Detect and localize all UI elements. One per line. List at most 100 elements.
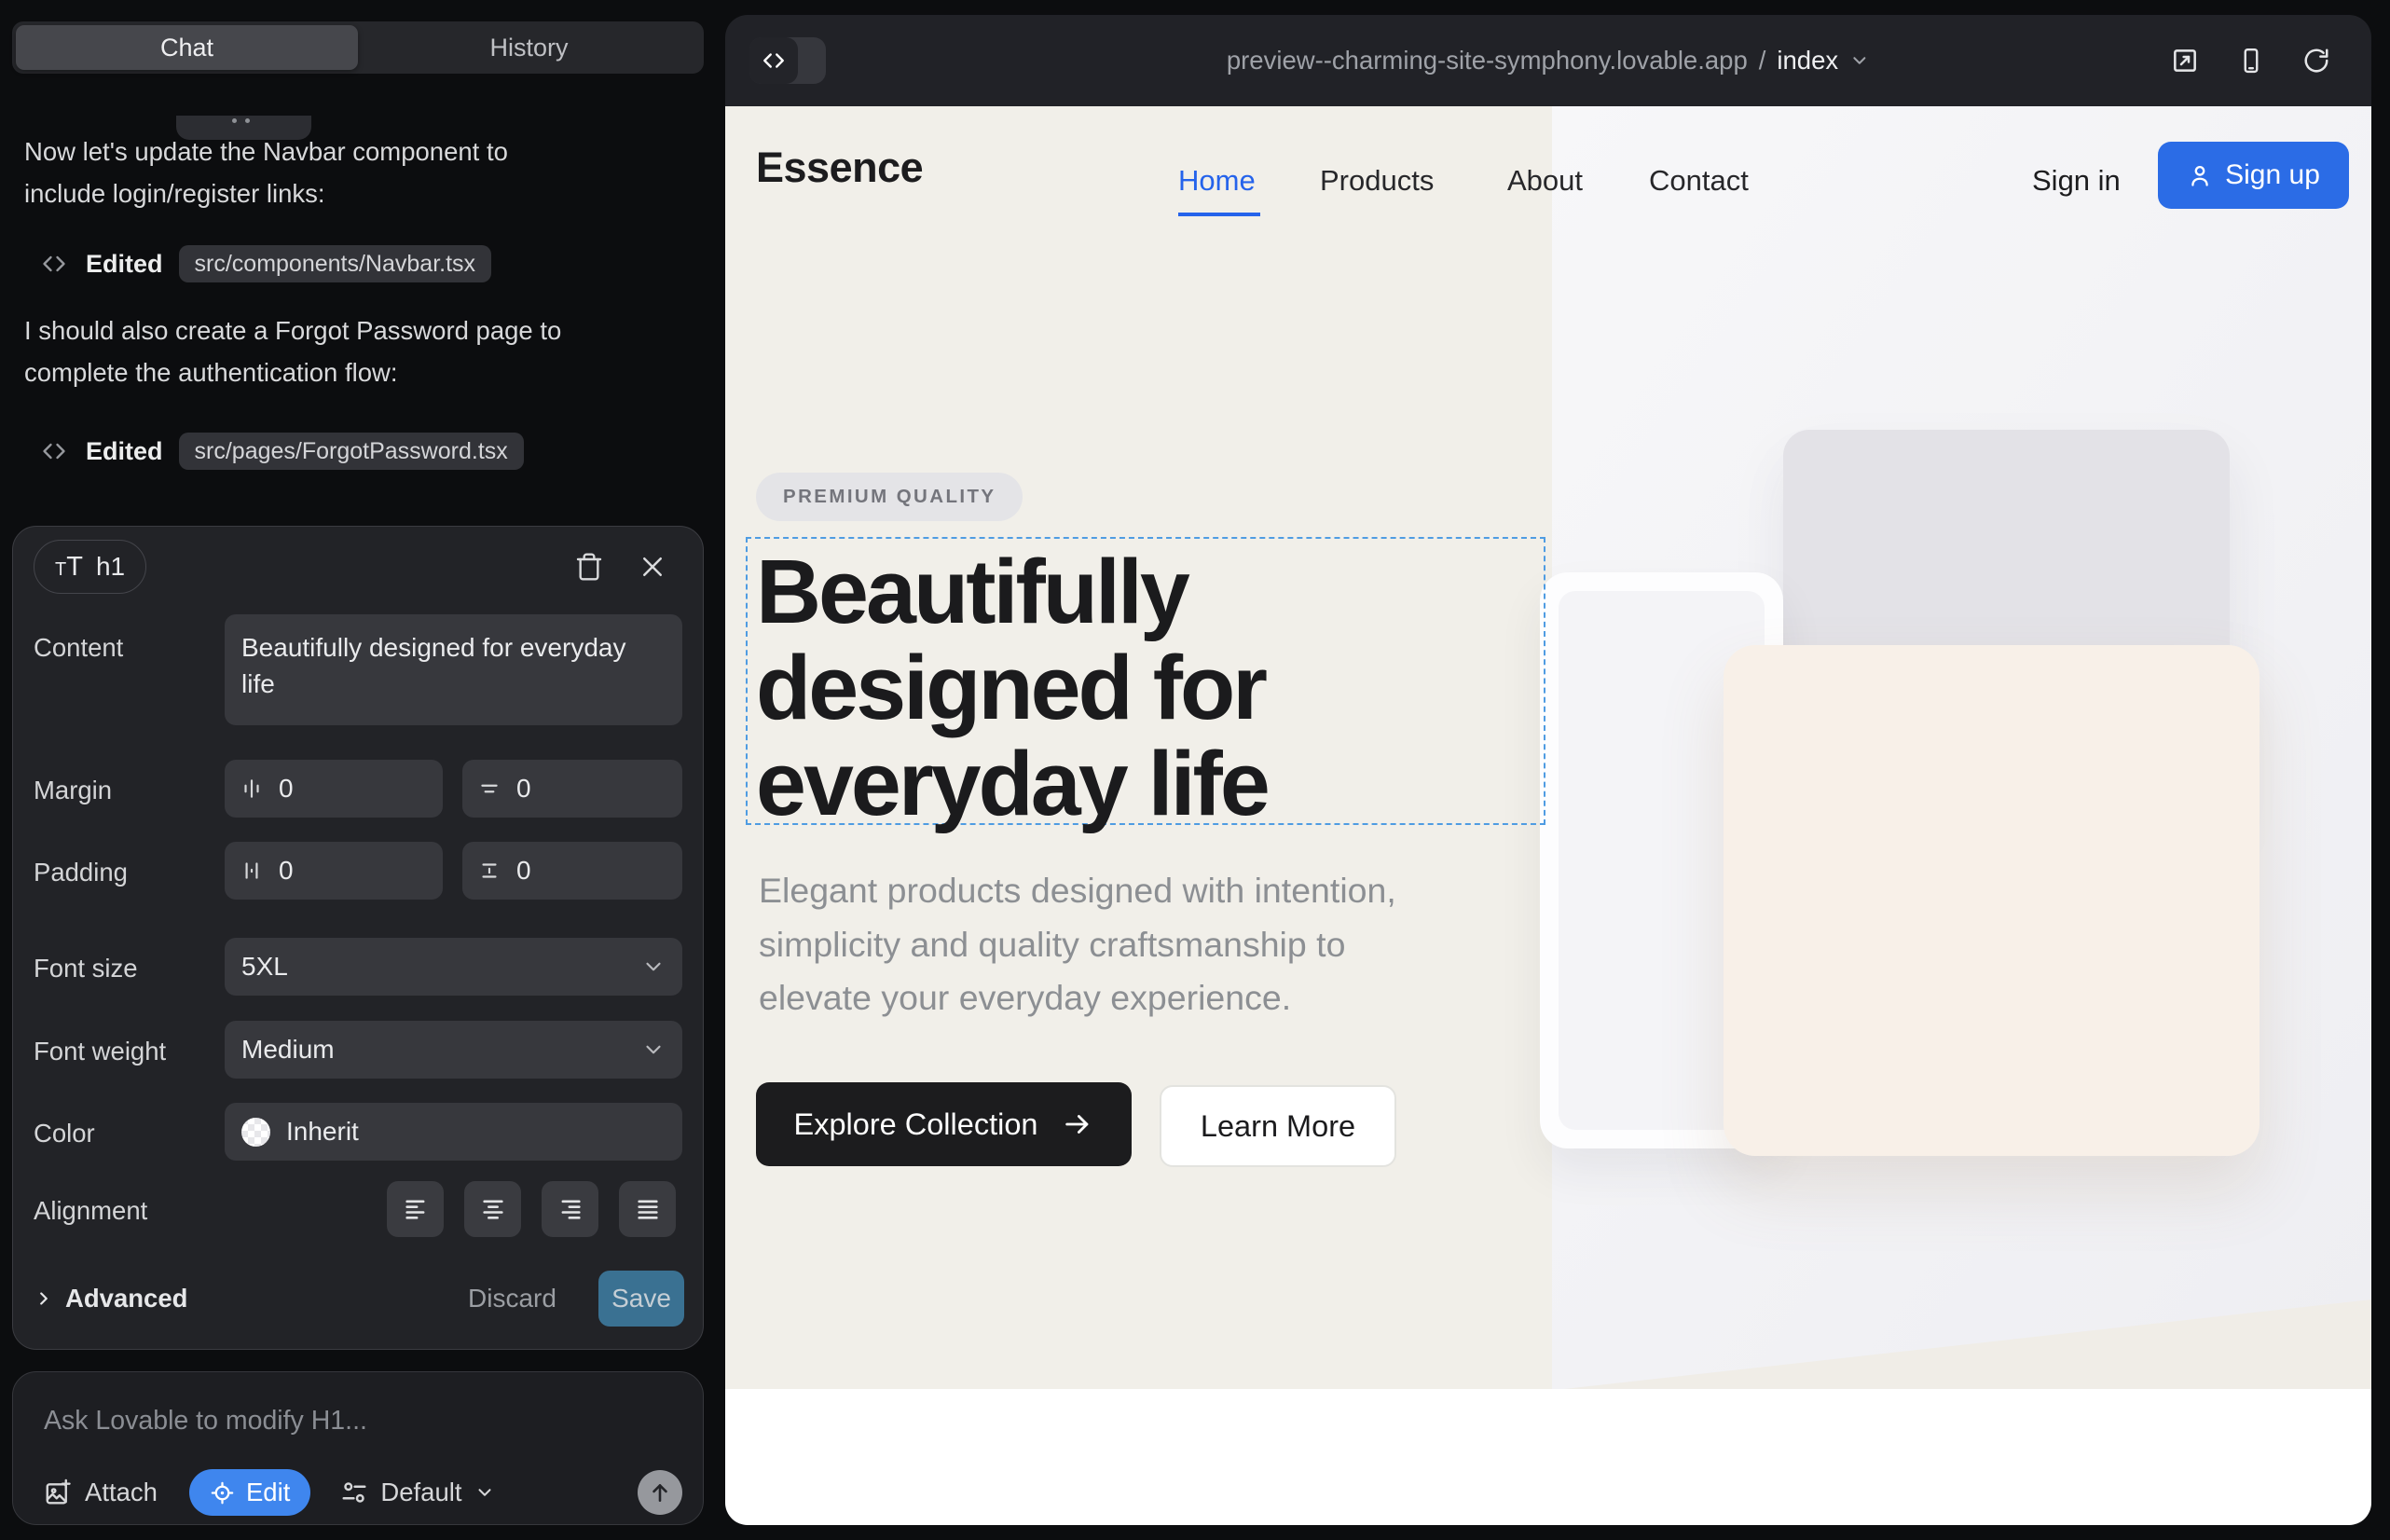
- font-size-value: 5XL: [241, 952, 288, 982]
- edit-mode-button[interactable]: Edit: [189, 1469, 310, 1516]
- edited-label: Edited: [86, 250, 163, 279]
- padding-x-input[interactable]: 0: [225, 842, 443, 900]
- align-left-icon: [403, 1196, 429, 1222]
- alignment-label: Alignment: [34, 1196, 147, 1226]
- padding-y-input[interactable]: 0: [462, 842, 682, 900]
- code-icon: [749, 37, 798, 84]
- align-center-icon: [480, 1196, 506, 1222]
- url-page: index: [1777, 46, 1838, 76]
- color-label: Color: [34, 1119, 95, 1148]
- align-justify-icon: [635, 1196, 661, 1222]
- file-chip[interactable]: src/pages/ForgotPassword.tsx: [179, 433, 524, 470]
- margin-label: Margin: [34, 776, 112, 805]
- image-plus-icon: [44, 1478, 72, 1506]
- selected-element-badge: TT h1: [34, 540, 146, 594]
- explore-label: Explore Collection: [794, 1107, 1038, 1142]
- composer-toolbar: Attach Edit Default: [44, 1469, 682, 1516]
- file-chip[interactable]: src/components/Navbar.tsx: [179, 245, 492, 282]
- chat-history-tabbar: Chat History: [12, 21, 704, 74]
- chevron-down-icon: [641, 955, 666, 979]
- preview-actions: [2170, 15, 2330, 106]
- element-editor-panel: TT h1 Content Beautifully designed for e…: [12, 526, 704, 1350]
- edited-label: Edited: [86, 437, 163, 466]
- learn-more-button[interactable]: Learn More: [1160, 1085, 1396, 1167]
- chevron-down-icon: [1849, 50, 1870, 71]
- model-selector[interactable]: Default: [340, 1478, 494, 1507]
- chat-message: Now let's update the Navbar component to…: [24, 131, 699, 214]
- mode-label: Default: [380, 1478, 461, 1507]
- align-center-button[interactable]: [464, 1181, 521, 1237]
- tab-chat-label: Chat: [160, 34, 213, 62]
- align-left-button[interactable]: [387, 1181, 444, 1237]
- advanced-toggle[interactable]: Advanced: [34, 1272, 187, 1325]
- close-icon: [639, 553, 666, 581]
- refresh-button[interactable]: [2302, 47, 2330, 75]
- delete-element-button[interactable]: [569, 546, 610, 587]
- attach-button[interactable]: Attach: [44, 1478, 158, 1507]
- url-bar[interactable]: preview--charming-site-symphony.lovable.…: [1227, 15, 1870, 106]
- hero-headline[interactable]: Beautifully designed for everyday life: [756, 543, 1268, 832]
- code-preview-toggle[interactable]: [749, 37, 826, 84]
- explore-collection-button[interactable]: Explore Collection: [756, 1082, 1132, 1166]
- dot: [232, 118, 237, 123]
- padding-horizontal-icon: [240, 859, 264, 883]
- chevron-down-icon: [474, 1482, 495, 1503]
- edited-file-row: Edited src/pages/ForgotPassword.tsx: [41, 433, 524, 470]
- code-icon: [41, 251, 67, 277]
- font-weight-select[interactable]: Medium: [225, 1021, 682, 1079]
- color-select[interactable]: Inherit: [225, 1103, 682, 1161]
- nav-contact[interactable]: Contact: [1649, 164, 1749, 198]
- site-logo[interactable]: Essence: [756, 144, 923, 192]
- send-button[interactable]: [638, 1470, 682, 1515]
- close-editor-button[interactable]: [632, 546, 673, 587]
- chat-message: I should also create a Forgot Password p…: [24, 310, 699, 393]
- font-weight-label: Font weight: [34, 1037, 166, 1066]
- code-icon: [41, 438, 67, 464]
- align-right-button[interactable]: [542, 1181, 598, 1237]
- nav-about[interactable]: About: [1507, 164, 1583, 198]
- tab-history[interactable]: History: [358, 25, 700, 70]
- padding-vertical-icon: [477, 859, 501, 883]
- chevron-down-icon: [641, 1038, 666, 1062]
- align-justify-button[interactable]: [619, 1181, 676, 1237]
- margin-x-input[interactable]: 0: [225, 760, 443, 818]
- nav-home[interactable]: Home: [1178, 164, 1256, 198]
- sign-up-button[interactable]: Sign up: [2158, 142, 2349, 209]
- app-canvas: Chat History Now let's update the Navbar…: [0, 0, 2390, 1540]
- composer-placeholder: Ask Lovable to modify H1...: [44, 1406, 367, 1437]
- sign-in-link[interactable]: Sign in: [2032, 164, 2121, 198]
- align-right-icon: [557, 1196, 584, 1222]
- mobile-view-button[interactable]: [2237, 45, 2265, 76]
- typography-icon: TT: [55, 552, 87, 583]
- discard-label: Discard: [468, 1284, 556, 1313]
- site-preview: Essence Home Products About Contact Sign…: [725, 106, 2371, 1525]
- margin-y-value: 0: [516, 774, 531, 804]
- tab-chat[interactable]: Chat: [16, 25, 358, 70]
- chat-composer[interactable]: Ask Lovable to modify H1... Attach Edit …: [12, 1371, 704, 1525]
- font-size-label: Font size: [34, 954, 138, 983]
- nav-products[interactable]: Products: [1320, 164, 1434, 198]
- nav-home-underline: [1178, 213, 1260, 216]
- font-weight-value: Medium: [241, 1035, 335, 1065]
- font-size-select[interactable]: 5XL: [225, 938, 682, 996]
- color-swatch: [241, 1118, 270, 1147]
- open-external-button[interactable]: [2170, 46, 2200, 76]
- margin-horizontal-icon: [240, 777, 264, 801]
- padding-y-value: 0: [516, 856, 531, 886]
- content-input[interactable]: Beautifully designed for everyday life: [225, 614, 682, 725]
- discard-button[interactable]: Discard: [468, 1272, 556, 1325]
- edited-file-row: Edited src/components/Navbar.tsx: [41, 245, 491, 282]
- margin-x-value: 0: [279, 774, 294, 804]
- edit-label: Edit: [246, 1478, 290, 1507]
- user-icon: [2187, 162, 2213, 188]
- learn-more-label: Learn More: [1201, 1109, 1355, 1144]
- preview-window: preview--charming-site-symphony.lovable.…: [725, 15, 2371, 1525]
- decorative-card-cream: [1724, 645, 2260, 1156]
- save-label: Save: [611, 1284, 671, 1313]
- dot: [245, 118, 250, 123]
- padding-x-value: 0: [279, 856, 294, 886]
- settings-sliders-icon: [340, 1478, 368, 1506]
- save-button[interactable]: Save: [598, 1271, 684, 1327]
- target-icon: [210, 1480, 235, 1506]
- margin-y-input[interactable]: 0: [462, 760, 682, 818]
